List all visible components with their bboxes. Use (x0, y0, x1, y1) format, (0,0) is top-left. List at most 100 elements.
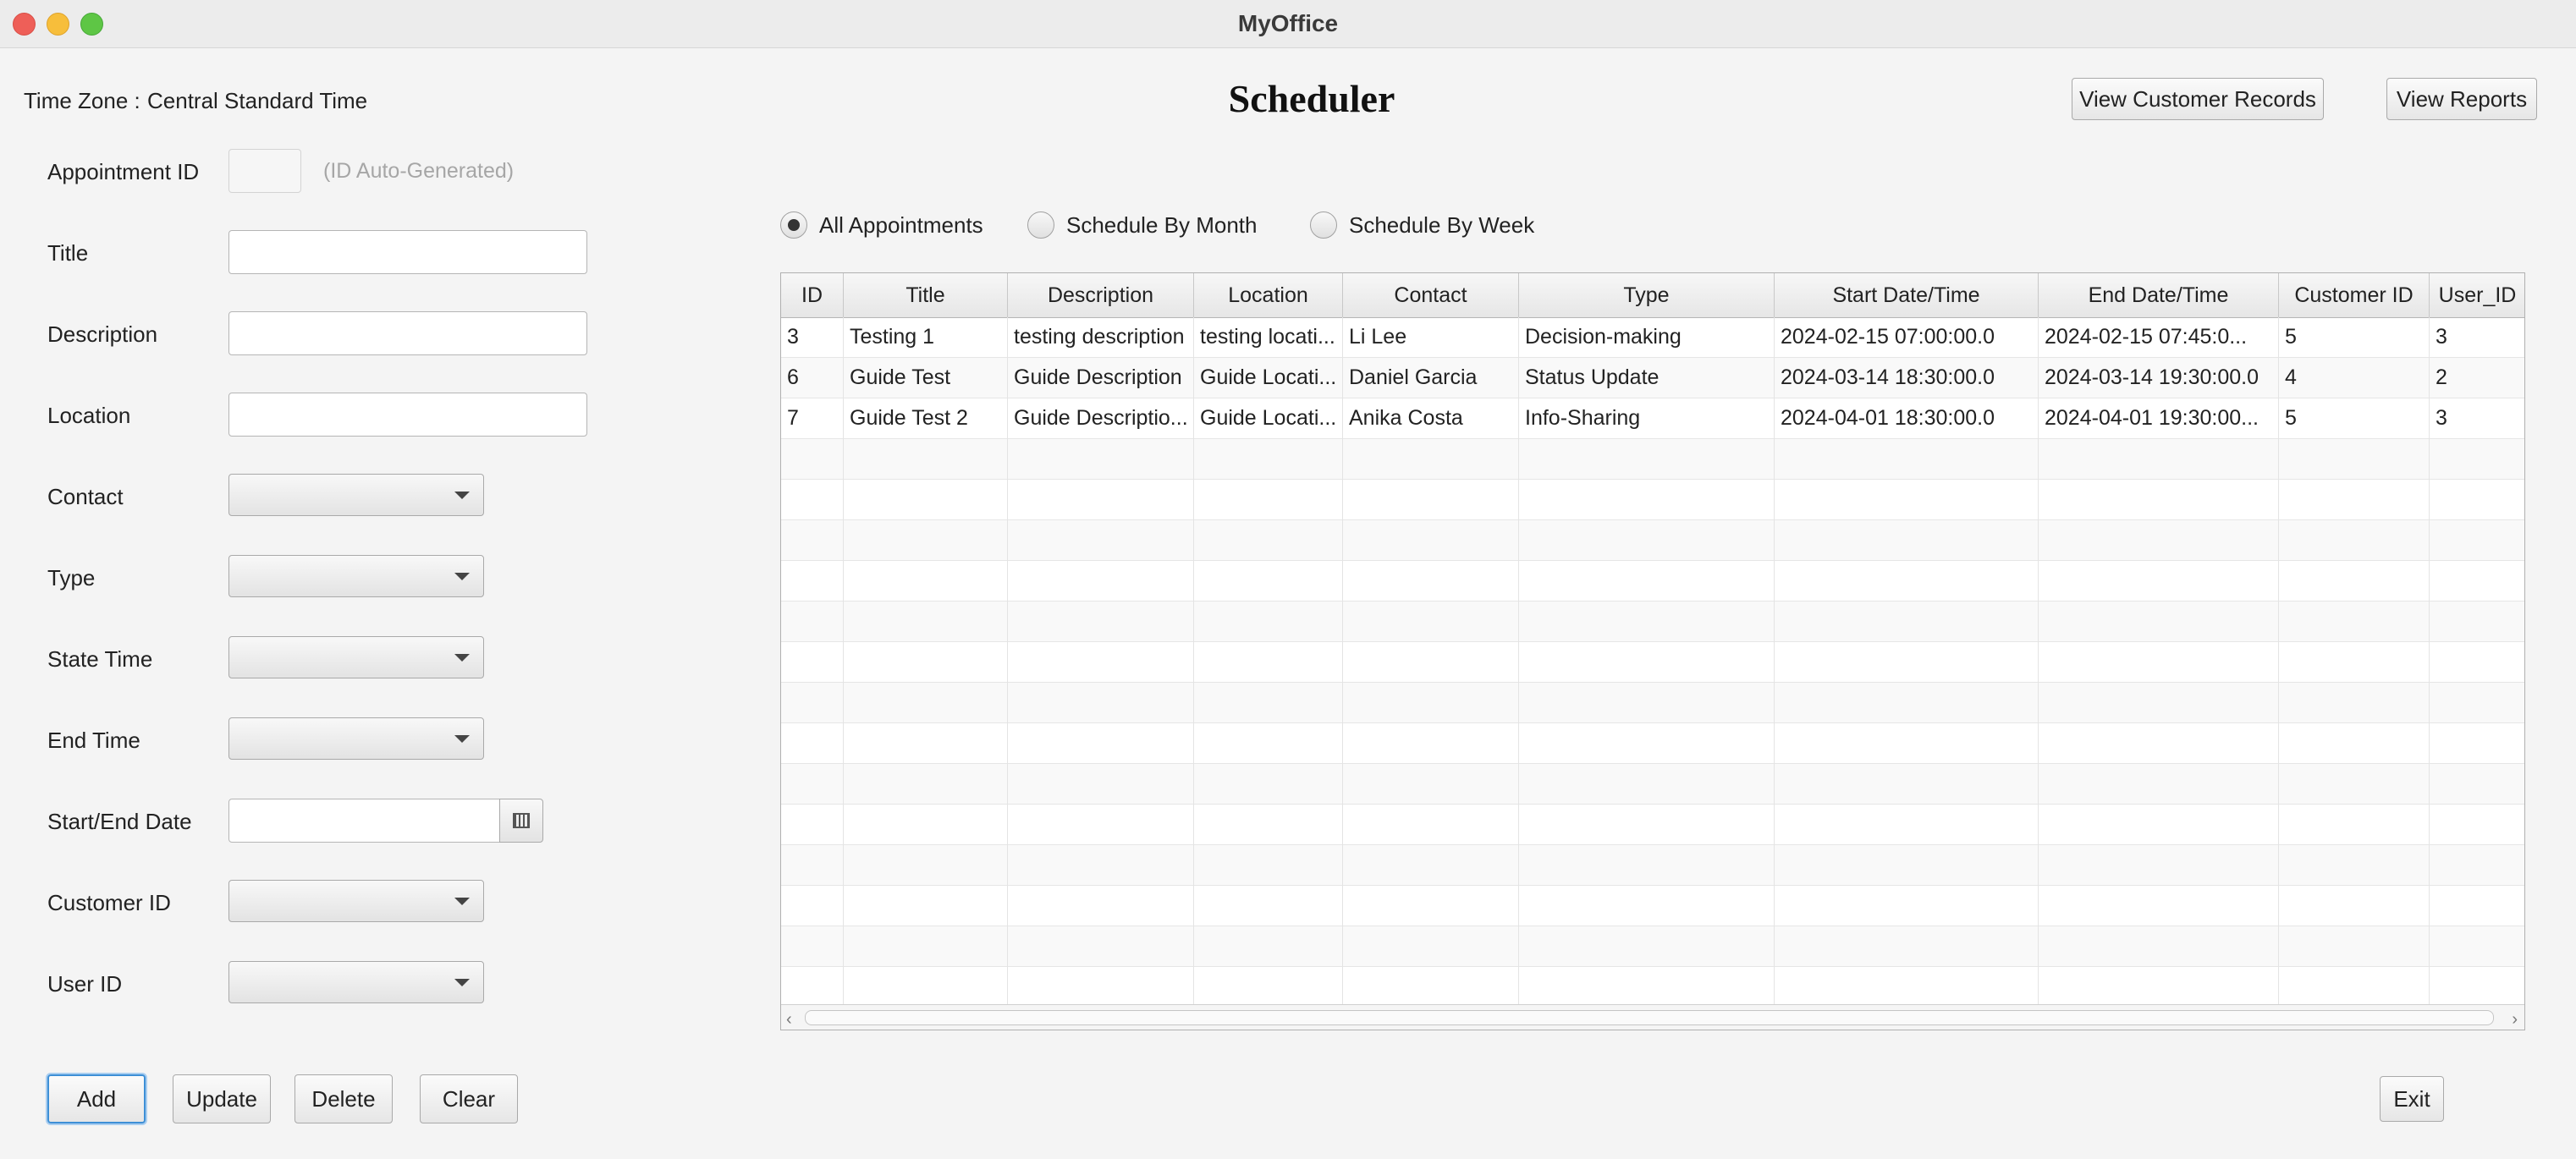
exit-button[interactable]: Exit (2380, 1076, 2444, 1122)
table-cell (2430, 439, 2524, 480)
column-header[interactable]: End Date/Time (2039, 273, 2279, 317)
table-row[interactable] (781, 683, 2524, 723)
table-row[interactable] (781, 805, 2524, 845)
column-header[interactable]: Customer ID (2279, 273, 2430, 317)
column-header[interactable]: Start Date/Time (1775, 273, 2039, 317)
table-cell: Guide Descriptio... (1008, 398, 1194, 439)
table-cell (1519, 886, 1775, 926)
title-input[interactable] (228, 230, 587, 274)
table-row[interactable] (781, 967, 2524, 1008)
table-cell (2430, 886, 2524, 926)
table-cell (2039, 520, 2279, 561)
table-row[interactable] (781, 764, 2524, 805)
table-cell (781, 886, 844, 926)
column-header[interactable]: ID (781, 273, 844, 317)
table-row[interactable] (781, 561, 2524, 601)
table-cell (1194, 967, 1343, 1008)
update-button[interactable]: Update (173, 1074, 271, 1123)
date-input[interactable] (228, 799, 501, 843)
table-cell (1194, 683, 1343, 723)
table-row[interactable] (781, 886, 2524, 926)
scroll-right-icon[interactable]: › (2512, 1010, 2518, 1030)
table-cell (1008, 642, 1194, 683)
table-cell: 5 (2279, 317, 2430, 358)
table-row[interactable]: 6 Guide Test Guide Description Guide Locati… (781, 358, 2524, 398)
location-input[interactable] (228, 393, 587, 437)
table-cell (1008, 601, 1194, 642)
date-picker-button[interactable] (499, 799, 543, 843)
table-cell (1008, 439, 1194, 480)
column-header[interactable]: Contact (1343, 273, 1519, 317)
appointments-table[interactable]: ID Title Description Location Contact Type Sta… (780, 272, 2525, 1030)
column-header[interactable]: Type (1519, 273, 1775, 317)
table-row[interactable] (781, 439, 2524, 480)
table-cell (1775, 439, 2039, 480)
table-cell (1194, 886, 1343, 926)
table-cell (2430, 520, 2524, 561)
clear-button[interactable]: Clear (420, 1074, 518, 1123)
table-row[interactable] (781, 480, 2524, 520)
start-time-combo[interactable] (228, 636, 484, 678)
table-cell (2430, 805, 2524, 845)
table-row[interactable] (781, 642, 2524, 683)
filter-by-week[interactable]: Schedule By Week (1310, 211, 1534, 239)
description-input[interactable] (228, 311, 587, 355)
column-header[interactable]: Title (844, 273, 1008, 317)
table-row[interactable] (781, 845, 2524, 886)
table-row[interactable] (781, 926, 2524, 967)
table-row[interactable]: 7 Guide Test 2 Guide Descriptio... Guide Lo… (781, 398, 2524, 439)
end-time-combo[interactable] (228, 717, 484, 760)
scrollbar-thumb[interactable] (805, 1010, 2494, 1025)
table-cell (1008, 561, 1194, 601)
time-zone-label: Time Zone : (24, 88, 140, 113)
customer-id-combo[interactable] (228, 880, 484, 922)
filter-week-label: Schedule By Week (1349, 211, 1535, 238)
radio-all[interactable] (780, 211, 807, 239)
table-cell (781, 561, 844, 601)
table-row[interactable] (781, 723, 2524, 764)
table-cell (2039, 561, 2279, 601)
radio-week[interactable] (1310, 211, 1337, 239)
table-row[interactable] (781, 520, 2524, 561)
table-row[interactable]: 3 Testing 1 testing description testing loc… (781, 317, 2524, 358)
table-cell (1775, 561, 2039, 601)
delete-button[interactable]: Delete (294, 1074, 393, 1123)
user-id-combo[interactable] (228, 961, 484, 1003)
column-header[interactable]: User_ID (2430, 273, 2524, 317)
table-cell (781, 480, 844, 520)
radio-month[interactable] (1027, 211, 1054, 239)
table-cell (1008, 845, 1194, 886)
table-cell: 5 (2279, 398, 2430, 439)
table-cell (1519, 561, 1775, 601)
table-cell (1775, 480, 2039, 520)
column-header[interactable]: Description (1008, 273, 1194, 317)
view-customer-records-button[interactable]: View Customer Records (2072, 78, 2324, 120)
window-title: MyOffice (1237, 10, 1339, 36)
table-cell: Li Lee (1343, 317, 1519, 358)
table-cell (1343, 764, 1519, 805)
table-cell (2039, 886, 2279, 926)
horizontal-scrollbar[interactable]: ‹ › (781, 1004, 2524, 1030)
table-body[interactable]: 3 Testing 1 testing description testing loc… (781, 317, 2524, 1008)
table-cell (1519, 967, 1775, 1008)
filter-month-label: Schedule By Month (1066, 211, 1258, 238)
appointment-id-label: Appointment ID (47, 159, 200, 184)
table-cell (1343, 480, 1519, 520)
table-cell (2430, 723, 2524, 764)
table-cell (2279, 601, 2430, 642)
type-combo[interactable] (228, 555, 484, 597)
contact-combo[interactable] (228, 474, 484, 516)
table-row[interactable] (781, 601, 2524, 642)
table-cell (2039, 723, 2279, 764)
filter-by-month[interactable]: Schedule By Month (1027, 211, 1257, 239)
view-reports-button[interactable]: View Reports (2386, 78, 2537, 120)
add-button[interactable]: Add (47, 1074, 146, 1123)
table-cell: 3 (2430, 398, 2524, 439)
chevron-down-icon (454, 573, 470, 580)
table-cell: testing locati... (1194, 317, 1343, 358)
contact-label: Contact (47, 484, 124, 509)
filter-all-appointments[interactable]: All Appointments (780, 211, 983, 239)
table-cell (1519, 520, 1775, 561)
column-header[interactable]: Location (1194, 273, 1343, 317)
scroll-left-icon[interactable]: ‹ (786, 1010, 792, 1030)
